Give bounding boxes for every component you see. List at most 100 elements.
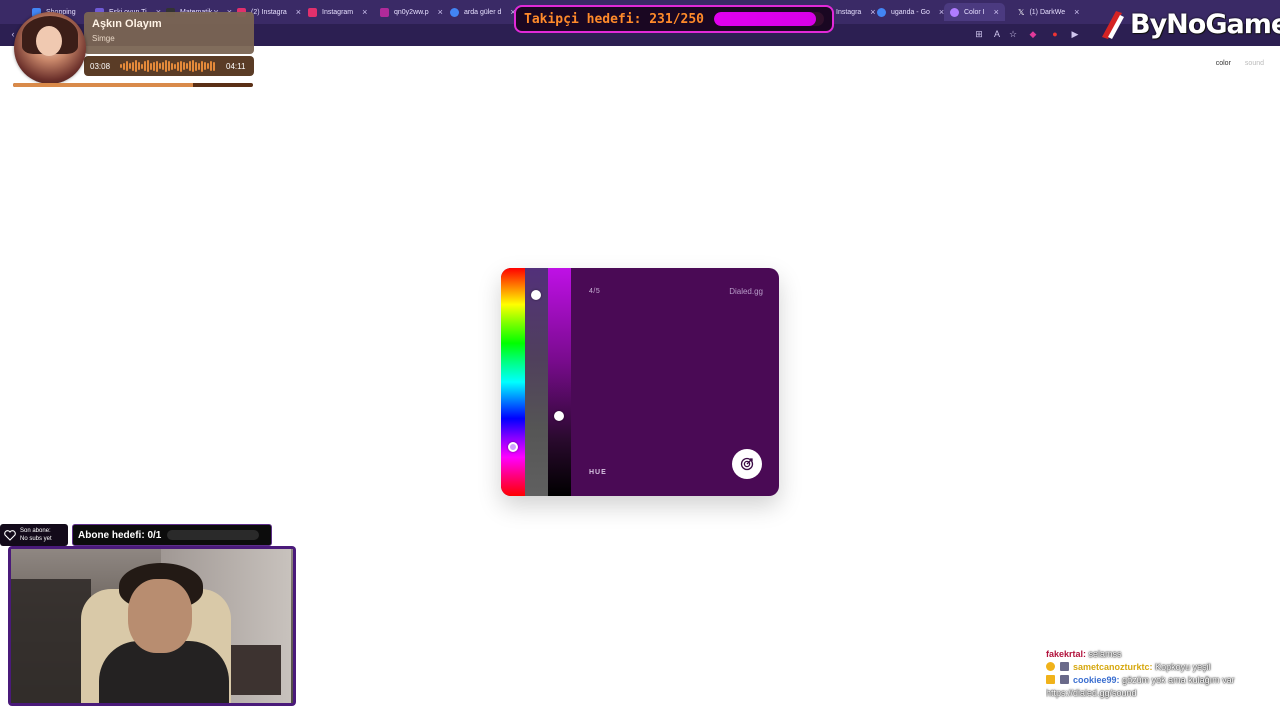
close-icon[interactable]: × xyxy=(362,7,367,17)
bookmark-star-icon[interactable]: ☆ xyxy=(1008,29,1018,39)
waveform-bar xyxy=(129,63,131,69)
song-artist: Simge xyxy=(92,34,115,43)
chat-message: https://dialed.gg/sound xyxy=(1046,687,1276,700)
waveform-bar xyxy=(198,62,200,70)
waveform-bar xyxy=(132,61,134,71)
close-icon[interactable]: × xyxy=(870,7,875,17)
logo-text: ByNoGame xyxy=(1130,8,1280,40)
chat-overlay: fakekrtal: selamss sametcanozturktc: Kop… xyxy=(1046,648,1276,700)
tab-label: qn0y2ww.p xyxy=(394,8,429,16)
subscriber-goal-progress-bar xyxy=(167,530,260,540)
close-icon[interactable]: × xyxy=(1074,7,1079,17)
waveform-bar xyxy=(162,62,164,70)
waveform-bar xyxy=(192,60,194,72)
target-icon xyxy=(740,457,754,471)
close-icon[interactable]: × xyxy=(994,7,999,17)
saturation-slider[interactable] xyxy=(525,268,548,496)
chat-text: gözüm yok ama kulağım var xyxy=(1122,675,1235,685)
waveform-bar xyxy=(165,60,167,72)
brightness-slider[interactable] xyxy=(548,268,571,496)
browser-tab[interactable]: 𝕏 (1) DarkWe × xyxy=(1018,3,1079,21)
chat-text: selamss xyxy=(1088,649,1122,659)
round-counter: 4/5 xyxy=(589,288,601,295)
follower-goal-progress-fill xyxy=(714,12,816,26)
waveform-bar xyxy=(138,62,140,70)
browser-tab[interactable]: Instagra × xyxy=(836,3,876,21)
browser-tab[interactable]: uganda - Go × xyxy=(877,3,944,21)
shield-icon[interactable]: ◆ xyxy=(1028,29,1038,39)
waveform-bar xyxy=(183,62,185,70)
chat-text: Kopkoyu yeşil xyxy=(1155,662,1211,672)
waveform-bar xyxy=(144,61,146,71)
translate-icon[interactable]: A xyxy=(992,29,1002,39)
browser-tab[interactable]: Instagram × xyxy=(308,3,367,21)
tab-label: arda güler d xyxy=(464,8,502,16)
logo-mark-icon xyxy=(1096,7,1130,41)
extension-icon[interactable]: ⊞ xyxy=(974,29,984,39)
song-progress-fill xyxy=(13,83,193,87)
follower-goal-text: Takipçi hedefi: 231/250 xyxy=(524,11,705,27)
waveform-bar xyxy=(210,61,212,71)
chat-username: fakekrtal: xyxy=(1046,649,1087,659)
subscriber-goal-text: Abone hedefi: 0/1 xyxy=(78,529,162,541)
waveform-bar xyxy=(213,61,215,71)
extension-icon[interactable]: ● xyxy=(1050,29,1060,39)
screen: Shopping Eski oyun Ti× Matematik v× (2) … xyxy=(0,0,1280,720)
instagram-icon xyxy=(308,7,317,17)
subscriber-goal-widget: Abone hedefi: 0/1 xyxy=(72,524,272,546)
page-nav: color sound xyxy=(1216,60,1264,67)
badge-icon xyxy=(1046,662,1055,671)
chat-message: cookiee99: gözüm yok ama kulağım var xyxy=(1046,674,1276,687)
hue-slider-handle[interactable] xyxy=(508,442,518,452)
browser-tab[interactable]: qn0y2ww.p × xyxy=(380,3,443,21)
tab-label: Color I xyxy=(964,8,985,16)
chat-message: fakekrtal: selamss xyxy=(1046,648,1276,661)
follower-goal-progress-bar xyxy=(714,12,824,26)
channel-logo: ByNoGame xyxy=(1096,4,1280,44)
song-progress-bar xyxy=(13,83,253,87)
brand-label[interactable]: Dialed.gg xyxy=(729,287,763,296)
song-title: Aşkın Olayım xyxy=(92,18,162,30)
tab-label: Instagram xyxy=(322,8,354,16)
saturation-slider-handle[interactable] xyxy=(531,290,541,300)
hue-slider[interactable] xyxy=(501,268,525,496)
waveform-bar xyxy=(120,64,122,68)
sub-badge-icon xyxy=(1059,675,1069,684)
waveform-bar xyxy=(147,60,149,72)
tab-label: uganda - Go xyxy=(891,8,930,16)
crown-icon xyxy=(1046,675,1055,684)
waveform-bar xyxy=(153,61,155,71)
waveform-bar xyxy=(204,62,206,70)
google-icon xyxy=(450,7,459,17)
waveform-bar xyxy=(150,62,152,70)
close-icon[interactable]: × xyxy=(438,7,443,17)
tab-label: (1) DarkWe xyxy=(1029,8,1066,16)
waveform-bar xyxy=(126,61,128,71)
nav-link-color[interactable]: color xyxy=(1216,60,1231,67)
audio-waveform xyxy=(120,60,220,72)
waveform-bar xyxy=(180,60,182,72)
color-game-card: 4/5 Dialed.gg HUE xyxy=(501,268,779,496)
chat-username: sametcanozturktc: xyxy=(1073,662,1153,672)
song-total-time: 04:11 xyxy=(226,62,246,71)
last-sub-value: No subs yet xyxy=(20,536,52,542)
waveform-bar xyxy=(171,62,173,70)
webcam-feed xyxy=(11,549,293,703)
play-icon[interactable]: ▶ xyxy=(1070,29,1080,39)
nav-link-sound[interactable]: sound xyxy=(1245,60,1264,67)
waveform-bar xyxy=(201,60,203,72)
album-art xyxy=(14,12,86,84)
webcam-frame xyxy=(8,546,296,706)
waveform-bar xyxy=(141,63,143,69)
browser-tab-active[interactable]: Color I × xyxy=(944,3,1005,21)
waveform-bar xyxy=(174,63,176,69)
x-logo-icon: 𝕏 xyxy=(1018,7,1025,17)
close-icon[interactable]: × xyxy=(296,7,301,17)
brightness-slider-handle[interactable] xyxy=(554,411,564,421)
heart-icon xyxy=(4,529,16,541)
submit-guess-button[interactable] xyxy=(732,449,762,479)
browser-tab[interactable]: arda güler d × xyxy=(450,3,516,21)
waveform-bar xyxy=(186,63,188,69)
color-wheel-icon xyxy=(950,7,959,17)
now-playing-widget: Aşkın Olayım Simge 03:08 04:11 xyxy=(8,8,254,90)
